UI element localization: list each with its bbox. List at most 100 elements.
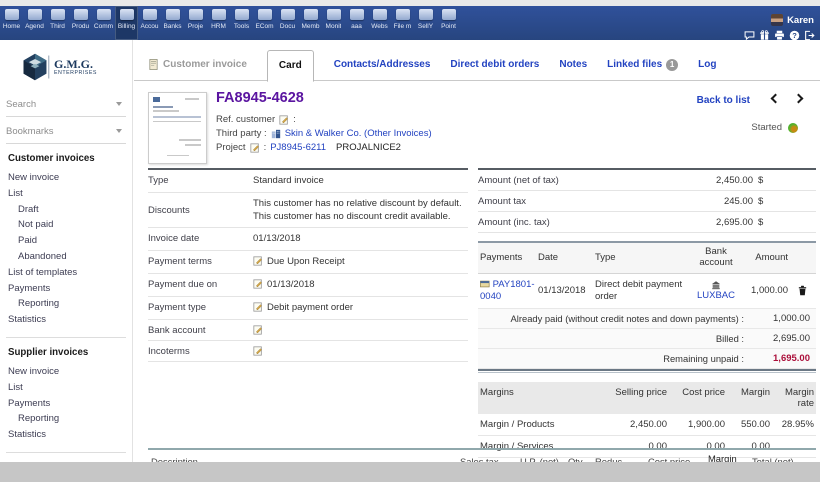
file-manager-icon [396, 9, 410, 20]
next-record-icon[interactable] [794, 94, 804, 104]
edit-icon[interactable] [253, 325, 263, 335]
sidebar-item-supplier-statistics[interactable]: Statistics [8, 427, 128, 443]
agenda-icon [28, 9, 42, 20]
menubar-item-products[interactable]: Produ [69, 6, 92, 40]
menubar-item-point-of-sale[interactable]: Point [437, 6, 460, 40]
payment-type: Direct debit payment order [595, 279, 690, 303]
status-label: Started [751, 122, 782, 133]
invoice-thumbnail[interactable] [148, 92, 207, 164]
already-paid-row: Already paid (without credit notes and d… [478, 309, 816, 329]
projects-icon [189, 9, 203, 20]
hrm-icon [212, 9, 226, 20]
invoice-details-table: Type Standard invoice Discounts This cus… [148, 168, 468, 362]
sidebar-item-supplier-payments[interactable]: Payments [8, 396, 128, 412]
currency-symbol: $ [753, 175, 778, 186]
back-to-list-link[interactable]: Back to list [697, 95, 750, 106]
company-icon [271, 129, 281, 139]
project-line: Project : PJ8945-6211 PROJALNICE2 [216, 142, 401, 153]
amount-tax-row: Amount tax 245.00 $ [478, 191, 816, 212]
sidebar-item-payments[interactable]: Payments [8, 281, 128, 297]
sidebar-item-paid[interactable]: Paid [8, 233, 128, 249]
menubar-item-aaa[interactable]: aaa [345, 6, 368, 40]
user-menu[interactable]: Karen [771, 14, 814, 26]
home-icon [5, 9, 19, 20]
logo-title: G.M.G. [54, 58, 97, 70]
products-icon [74, 9, 88, 20]
third-parties-icon [51, 9, 65, 20]
sidebar-item-draft[interactable]: Draft [8, 202, 128, 218]
edit-icon[interactable] [253, 256, 263, 266]
margins-header: Margins Selling price Cost price Margin … [478, 382, 816, 414]
detail-row-payment-terms: Payment terms Due Upon Receipt [148, 251, 468, 274]
amount-inc-tax-row: Amount (inc. tax) 2,695.00 $ [478, 212, 816, 233]
main-content: Customer invoice Card Contacts/Addresses… [134, 40, 820, 462]
tab-card[interactable]: Card [267, 50, 314, 82]
tab-contacts-addresses[interactable]: Contacts/Addresses [334, 59, 431, 70]
sidebar: G.M.G. ENTERPRISES Search Bookmarks Cust… [0, 40, 133, 462]
menubar-item-third-parties[interactable]: Third [46, 6, 69, 40]
delete-payment-icon[interactable] [797, 285, 808, 296]
edit-icon[interactable] [253, 279, 263, 289]
menubar-item-accounting[interactable]: Accou [138, 6, 161, 40]
tabs-bar: Customer invoice Card Contacts/Addresses… [134, 49, 820, 81]
tab-notes[interactable]: Notes [559, 59, 587, 70]
point-of-sale-icon [442, 9, 456, 20]
detail-row-payment-type: Payment type Debit payment order [148, 297, 468, 320]
menubar-item-agenda[interactable]: Agend [23, 6, 46, 40]
sidebar-item-reporting[interactable]: Reporting [8, 296, 128, 312]
bookmarks-label: Bookmarks [6, 126, 54, 137]
tab-linked-files[interactable]: Linked files 1 [607, 59, 678, 71]
accounting-icon [143, 9, 157, 20]
menubar-item-commercial[interactable]: Comm [92, 6, 115, 40]
remaining-unpaid-row: Remaining unpaid : 1,695.00 [478, 349, 816, 369]
detail-row-type: Type Standard invoice [148, 170, 468, 193]
sidebar-item-abandoned[interactable]: Abandoned [8, 249, 128, 265]
desktop-band [0, 462, 820, 482]
sellyoursaas-icon [419, 9, 433, 20]
payment-icon [480, 279, 490, 289]
sidebar-item-supplier-new-invoice[interactable]: New invoice [8, 364, 128, 380]
monitoring-icon [327, 9, 341, 20]
project-ref-link[interactable]: PJ8945-6211 [270, 142, 326, 153]
module-label: Customer invoice [148, 59, 247, 70]
ecommerce-icon [258, 9, 272, 20]
third-party-link[interactable]: Skin & Walker Co. (Other Invoices) [285, 128, 432, 139]
menubar-item-website[interactable]: Webs [368, 6, 391, 40]
payment-date: 01/13/2018 [538, 285, 595, 296]
sidebar-item-new-invoice[interactable]: New invoice [8, 170, 128, 186]
menubar-item-ecommerce[interactable]: ECom [253, 6, 276, 40]
menubar-item-home[interactable]: Home [0, 6, 23, 40]
bookmarks-dropdown[interactable]: Bookmarks [6, 119, 126, 144]
edit-icon[interactable] [250, 143, 260, 153]
edit-icon[interactable] [253, 302, 263, 312]
sidebar-item-supplier-list[interactable]: List [8, 380, 128, 396]
menubar-item-tools[interactable]: Tools [230, 6, 253, 40]
menubar-item-billing[interactable]: Billing [115, 6, 138, 40]
menubar-item-file-manager[interactable]: File m [391, 6, 414, 40]
tab-direct-debit-orders[interactable]: Direct debit orders [450, 59, 539, 70]
search-dropdown[interactable]: Search [6, 92, 126, 117]
menubar-item-bank[interactable]: Banks [161, 6, 184, 40]
sidebar-item-list[interactable]: List [8, 186, 128, 202]
edit-icon[interactable] [279, 115, 289, 125]
currency-symbol: $ [753, 196, 778, 207]
detail-row-incoterms: Incoterms [148, 341, 468, 362]
record-nav [772, 95, 802, 102]
section-title: Supplier invoices [8, 347, 128, 358]
sidebar-item-list-of-templates[interactable]: List of templates [8, 265, 128, 281]
menubar-item-projects[interactable]: Proje [184, 6, 207, 40]
logo-subtitle: ENTERPRISES [54, 71, 97, 76]
menubar-item-hrm[interactable]: HRM [207, 6, 230, 40]
sidebar-item-not-paid[interactable]: Not paid [8, 217, 128, 233]
tab-log[interactable]: Log [698, 59, 716, 70]
sidebar-item-supplier-reporting[interactable]: Reporting [8, 411, 128, 427]
previous-record-icon[interactable] [771, 94, 781, 104]
section-title: Customer invoices [8, 153, 128, 164]
menubar-item-sellyoursaas[interactable]: SellY [414, 6, 437, 40]
sidebar-item-statistics[interactable]: Statistics [8, 312, 128, 328]
bank-account-link[interactable]: LUXBAC [697, 291, 735, 302]
menubar-item-monitoring[interactable]: Monit [322, 6, 345, 40]
menubar-item-members[interactable]: Memb [299, 6, 322, 40]
edit-icon[interactable] [253, 346, 263, 356]
menubar-item-documents[interactable]: Docu [276, 6, 299, 40]
